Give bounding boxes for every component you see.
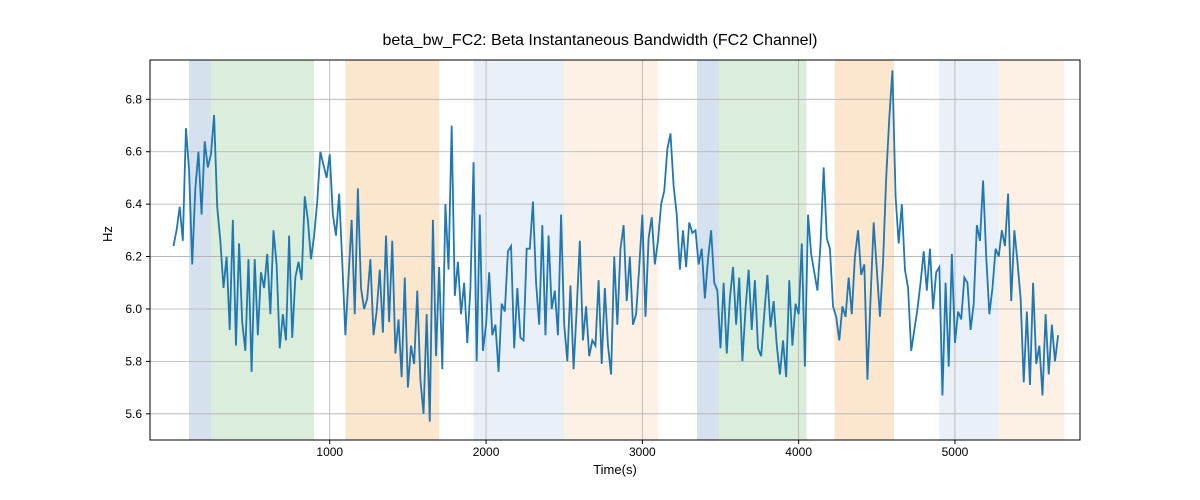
background-span — [211, 60, 314, 440]
y-axis-label: Hz — [100, 226, 115, 242]
background-span — [697, 60, 719, 440]
y-tick-label: 6.2 — [125, 250, 142, 264]
x-tick-label: 5000 — [942, 445, 969, 459]
background-span — [719, 60, 807, 440]
x-tick-label: 4000 — [785, 445, 812, 459]
x-tick-label: 3000 — [629, 445, 656, 459]
y-tick-label: 6.8 — [125, 92, 142, 106]
chart-plot-area: 100020003000400050005.65.86.06.26.46.66.… — [150, 60, 1080, 440]
y-tick-label: 5.6 — [125, 407, 142, 421]
x-tick-label: 2000 — [473, 445, 500, 459]
background-span — [474, 60, 565, 440]
x-axis-label: Time(s) — [150, 462, 1080, 477]
chart-svg: 100020003000400050005.65.86.06.26.46.66.… — [150, 60, 1080, 440]
background-span — [999, 60, 1065, 440]
background-span — [835, 60, 894, 440]
chart-title: beta_bw_FC2: Beta Instantaneous Bandwidt… — [0, 32, 1200, 50]
y-tick-label: 6.4 — [125, 197, 142, 211]
x-tick-label: 1000 — [316, 445, 343, 459]
y-tick-label: 6.6 — [125, 145, 142, 159]
y-tick-label: 6.0 — [125, 302, 142, 316]
background-span — [939, 60, 998, 440]
y-tick-label: 5.8 — [125, 354, 142, 368]
